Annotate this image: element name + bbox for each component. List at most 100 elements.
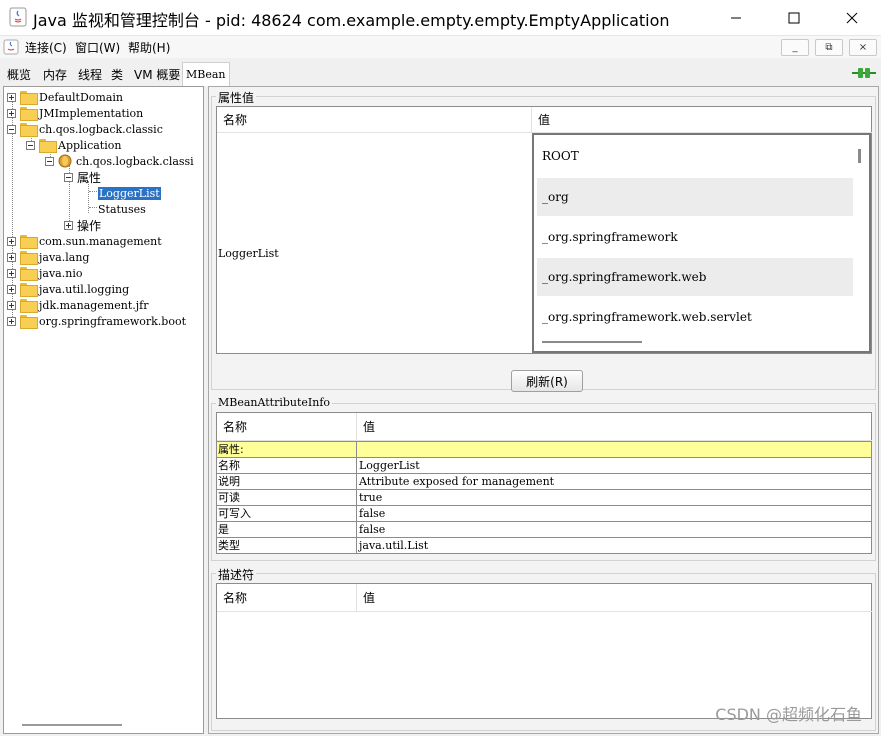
menu-help[interactable]: 帮助(H)	[128, 39, 170, 56]
table-cell-value: LoggerList	[359, 458, 420, 472]
descriptor-title: 描述符	[216, 566, 257, 583]
mdi-close-button[interactable]: ×	[849, 39, 877, 56]
tab-bar: 概览 内存 线程 类 VM 概要 MBean	[0, 60, 881, 86]
folder-icon	[20, 251, 38, 265]
tree-node[interactable]: java.lang	[7, 249, 89, 265]
table-cell-name: 名称	[218, 459, 240, 472]
folder-icon	[20, 91, 38, 105]
tab-vm-summary[interactable]: VM 概要	[131, 63, 183, 85]
tree-node[interactable]: java.util.logging	[7, 281, 129, 297]
table-cell-value	[358, 441, 359, 457]
attribute-name-cell: LoggerList	[218, 246, 279, 260]
list-item[interactable]: _org.springframework.web.servlet	[537, 298, 853, 336]
mbean-tree: DefaultDomain JMImplementation ch.qos.lo…	[3, 86, 204, 734]
attribute-values-table: 名称 值 LoggerList ROOT _org _org.springfra…	[216, 106, 872, 354]
tree-node[interactable]: JMImplementation	[7, 105, 143, 121]
close-icon	[846, 12, 858, 24]
tree-node[interactable]: ch.qos.logback.classic	[7, 121, 163, 137]
list-item[interactable]: _org.springframework.web	[537, 258, 853, 296]
refresh-button[interactable]: 刷新(R)	[511, 370, 583, 392]
attribute-values-title: 属性值	[216, 89, 257, 106]
watermark-text: CSDN @超频化石鱼	[715, 705, 862, 724]
list-item[interactable]: ROOT	[537, 137, 853, 175]
tree-horizontal-scrollbar[interactable]	[22, 724, 122, 726]
tab-classes[interactable]: 类	[108, 63, 126, 85]
collapse-icon[interactable]	[64, 172, 73, 182]
column-header-name[interactable]: 名称	[217, 584, 357, 612]
tab-memory[interactable]: 内存	[40, 63, 70, 85]
menu-window[interactable]: 窗口(W)	[75, 39, 120, 56]
menu-connect[interactable]: 连接(C)	[25, 39, 67, 56]
folder-icon	[20, 283, 38, 297]
java-menu-icon[interactable]	[3, 39, 19, 55]
minimize-button[interactable]	[707, 0, 765, 36]
expand-icon[interactable]	[7, 92, 16, 102]
tab-threads[interactable]: 线程	[75, 63, 105, 85]
collapse-icon[interactable]	[26, 140, 35, 150]
logger-list-value-box[interactable]: ROOT _org _org.springframework _org.spri…	[532, 133, 871, 353]
tree-node[interactable]: jdk.management.jfr	[7, 297, 148, 313]
maximize-button[interactable]	[765, 0, 823, 36]
menu-bar: 连接(C) 窗口(W) 帮助(H) _ ⧉ ×	[0, 36, 881, 58]
tree-node[interactable]: Application	[26, 137, 121, 153]
expand-icon[interactable]	[7, 108, 16, 118]
column-header-value[interactable]: 值	[357, 413, 872, 441]
table-cell-name: 可写入	[218, 507, 251, 520]
table-row-highlight	[217, 441, 871, 457]
folder-icon	[20, 123, 38, 137]
folder-icon	[39, 139, 57, 153]
expand-icon[interactable]	[7, 284, 16, 294]
column-header-value[interactable]: 值	[532, 107, 872, 133]
table-cell-value: Attribute exposed for management	[359, 474, 555, 488]
expand-icon[interactable]	[64, 220, 73, 230]
table-cell-value: false	[359, 506, 386, 520]
tree-leaf-loggerlist[interactable]: LoggerList	[98, 185, 161, 201]
mbean-attribute-info-title: MBeanAttributeInfo	[216, 396, 333, 409]
mbean-bean-icon	[58, 154, 72, 168]
tree-node[interactable]: DefaultDomain	[7, 89, 123, 105]
table-cell-name: 属性:	[218, 443, 244, 456]
tab-mbean[interactable]: MBean	[182, 62, 230, 86]
java-app-icon	[9, 7, 27, 27]
tree-node[interactable]: java.nio	[7, 265, 82, 281]
table-cell-value: true	[359, 490, 383, 504]
mbean-detail-panel: 属性值 名称 值 LoggerList ROOT _org _org.sprin…	[208, 86, 879, 734]
mbean-attribute-info-table: 名称 值 属性: 名称 LoggerList 说明 Attribute expo…	[216, 412, 872, 554]
maximize-icon	[788, 12, 800, 24]
table-cell-name: 说明	[218, 475, 240, 488]
connection-status-icon	[852, 68, 876, 78]
list-item[interactable]: _org	[537, 178, 853, 216]
folder-icon	[20, 315, 38, 329]
expand-icon[interactable]	[7, 236, 16, 246]
attribute-values-group: 属性值 名称 值 LoggerList ROOT _org _org.sprin…	[211, 89, 876, 392]
tree-node[interactable]: com.sun.management	[7, 233, 162, 249]
title-bar: Java 监视和管理控制台 - pid: 48624 com.example.e…	[0, 0, 881, 36]
column-header-name[interactable]: 名称	[217, 107, 532, 133]
close-button[interactable]	[823, 0, 881, 36]
tree-node-operations[interactable]: 操作	[64, 217, 101, 233]
minimize-icon	[731, 17, 741, 19]
column-header-name[interactable]: 名称	[217, 413, 357, 441]
expand-icon[interactable]	[7, 300, 16, 310]
tree-node[interactable]: org.springframework.boot	[7, 313, 186, 329]
collapse-icon[interactable]	[7, 124, 16, 134]
folder-icon	[20, 299, 38, 313]
tree-leaf-statuses[interactable]: Statuses	[98, 201, 146, 217]
tab-overview[interactable]: 概览	[4, 63, 34, 85]
expand-icon[interactable]	[7, 268, 16, 278]
folder-icon	[20, 235, 38, 249]
tree-node[interactable]: ch.qos.logback.classi	[45, 153, 194, 169]
expand-icon[interactable]	[7, 252, 16, 262]
window-title: Java 监视和管理控制台 - pid: 48624 com.example.e…	[33, 11, 670, 30]
table-cell-name: 是	[218, 523, 229, 536]
column-header-value[interactable]: 值	[357, 584, 872, 612]
list-vertical-scrollbar[interactable]	[858, 149, 861, 163]
expand-icon[interactable]	[7, 316, 16, 326]
list-horizontal-scrollbar[interactable]	[542, 341, 642, 343]
descriptor-table: 名称 值	[216, 583, 872, 719]
mdi-restore-button[interactable]: ⧉	[815, 39, 843, 56]
collapse-icon[interactable]	[45, 156, 54, 166]
tree-node-attributes[interactable]: 属性	[64, 169, 101, 185]
mdi-minimize-button[interactable]: _	[781, 39, 809, 56]
list-item[interactable]: _org.springframework	[537, 218, 853, 256]
